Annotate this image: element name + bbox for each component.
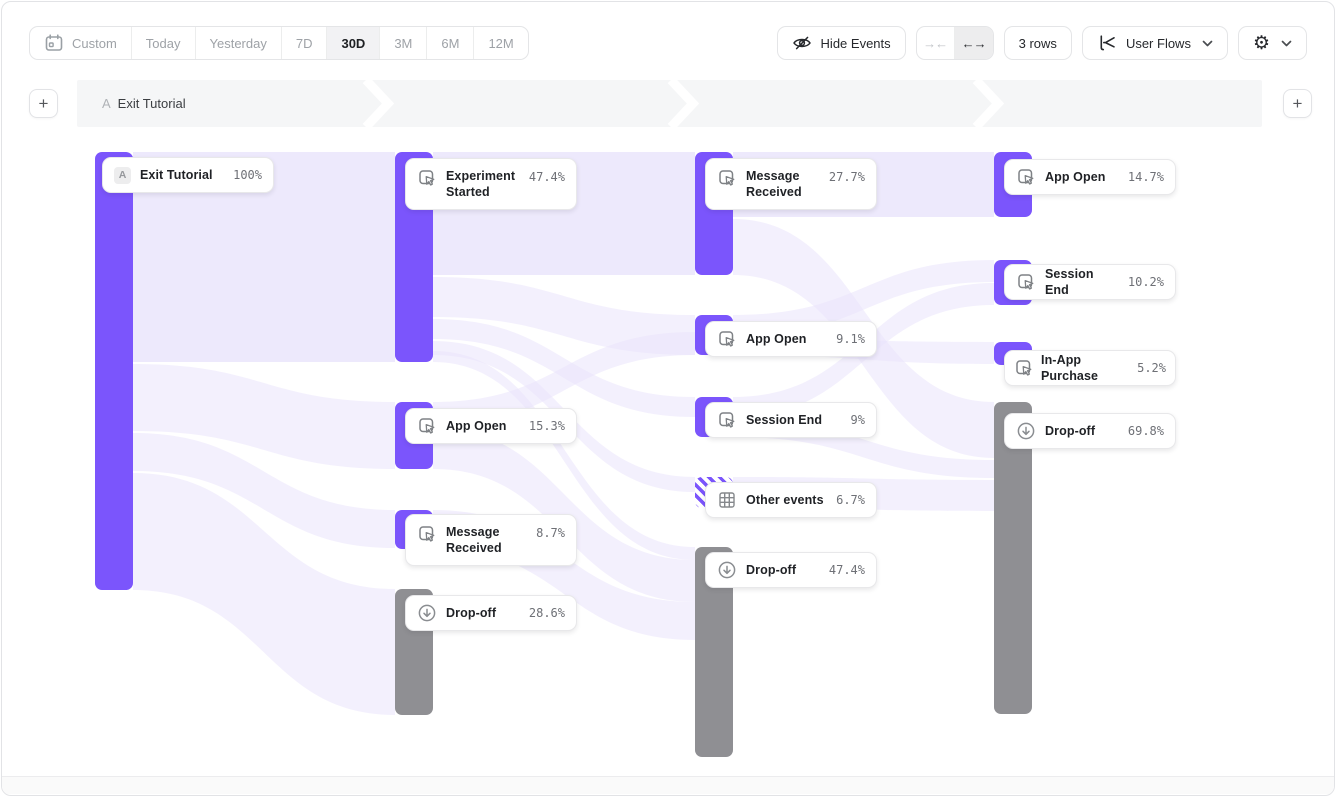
flow-ribbon (133, 364, 395, 469)
node-percent: 14.7% (1128, 170, 1164, 184)
node-percent: 9% (851, 413, 865, 427)
node-percent: 5.2% (1137, 361, 1166, 375)
event-icon (417, 524, 437, 544)
event-icon (417, 416, 437, 436)
flow-ribbon (133, 473, 395, 715)
node-card-in-app-purchase[interactable]: In-App Purchase 5.2% (1004, 350, 1176, 386)
node-percent: 28.6% (529, 606, 565, 620)
event-icon (717, 168, 737, 188)
node-label: Drop-off (446, 605, 496, 621)
node-card-message-received[interactable]: Message Received 8.7% (405, 514, 577, 566)
node-label: Message Received (746, 168, 820, 201)
event-icon (417, 168, 437, 188)
drop-off-icon (717, 560, 737, 580)
node-label: Session End (746, 412, 822, 428)
node-percent: 47.4% (529, 170, 565, 184)
sankey-stage: A Exit Tutorial 100% Experiment Started … (2, 2, 1334, 795)
node-percent: 100% (233, 168, 262, 182)
flow-ribbon (433, 319, 695, 417)
node-label: App Open (446, 418, 507, 434)
node-label: Experiment Started (446, 168, 520, 201)
event-icon (717, 410, 737, 430)
event-icon (717, 329, 737, 349)
grid-icon (717, 490, 737, 510)
node-card-experiment-started[interactable]: Experiment Started 47.4% (405, 158, 577, 210)
node-card-exit-tutorial[interactable]: A Exit Tutorial 100% (102, 157, 274, 193)
node-percent: 8.7% (536, 526, 565, 540)
node-card-app-open[interactable]: App Open 15.3% (405, 408, 577, 444)
flow-ribbon (133, 433, 395, 548)
node-label: Message Received (446, 524, 527, 557)
node-percent: 10.2% (1128, 275, 1164, 289)
drop-off-icon (417, 603, 437, 623)
step-a-badge: A (114, 167, 131, 184)
node-percent: 15.3% (529, 419, 565, 433)
node-label: App Open (1045, 169, 1106, 185)
event-icon (1016, 167, 1036, 187)
node-percent: 27.7% (829, 170, 865, 184)
node-label: Exit Tutorial (140, 167, 213, 183)
user-flows-panel: Custom Today Yesterday 7D 30D 3M 6M 12M … (1, 1, 1335, 796)
node-label: In-App Purchase (1041, 352, 1130, 385)
node-card-drop-off[interactable]: Drop-off 28.6% (405, 595, 577, 631)
node-bar-exit-tutorial[interactable] (95, 152, 133, 590)
node-percent: 9.1% (836, 332, 865, 346)
node-card-session-end[interactable]: Session End 9% (705, 402, 877, 438)
node-label: Drop-off (1045, 423, 1095, 439)
node-card-session-end[interactable]: Session End 10.2% (1004, 264, 1176, 300)
flow-ribbon (433, 277, 695, 355)
node-card-app-open[interactable]: App Open 14.7% (1004, 159, 1176, 195)
node-label: App Open (746, 331, 807, 347)
node-card-app-open[interactable]: App Open 9.1% (705, 321, 877, 357)
drop-off-icon (1016, 421, 1036, 441)
footer-strip (2, 776, 1334, 794)
node-label: Drop-off (746, 562, 796, 578)
node-card-drop-off[interactable]: Drop-off 69.8% (1004, 413, 1176, 449)
node-percent: 69.8% (1128, 424, 1164, 438)
flow-ribbons (2, 2, 1335, 796)
node-card-drop-off[interactable]: Drop-off 47.4% (705, 552, 877, 588)
node-percent: 47.4% (829, 563, 865, 577)
node-label: Other events (746, 492, 824, 508)
event-icon (1016, 272, 1036, 292)
node-card-message-received[interactable]: Message Received 27.7% (705, 158, 877, 210)
node-percent: 6.7% (836, 493, 865, 507)
node-card-other-events[interactable]: Other events 6.7% (705, 482, 877, 518)
event-icon (1014, 358, 1034, 378)
node-label: Session End (1045, 266, 1119, 299)
